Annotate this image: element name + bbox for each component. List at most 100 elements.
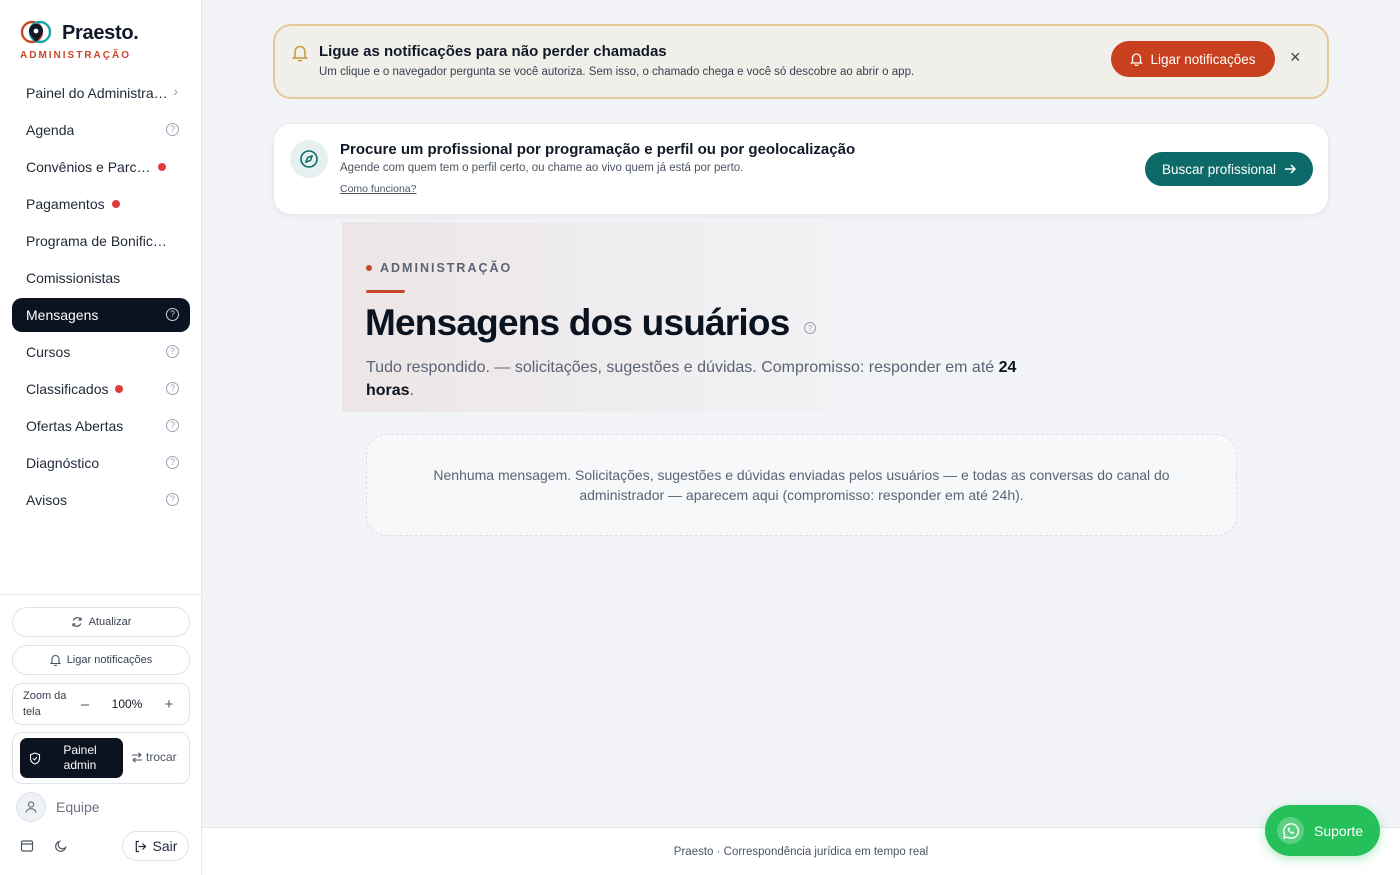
sidebar-item-label: Agenda	[26, 122, 75, 138]
sidebar-item-1[interactable]: Agenda?	[12, 113, 190, 147]
sidebar-item-label: Programa de Bonific…	[26, 233, 167, 249]
sidebar-item-label: Avisos	[26, 492, 67, 508]
whatsapp-icon	[1277, 817, 1304, 844]
sidebar-item-label: Ofertas Abertas	[26, 418, 124, 434]
help-icon[interactable]: ?	[804, 322, 816, 334]
page-title: Mensagens dos usuários	[365, 302, 790, 343]
subtitle-end: .	[409, 382, 415, 399]
sidebar-item-9[interactable]: Ofertas Abertas?	[12, 409, 190, 443]
help-icon[interactable]: ?	[166, 123, 179, 136]
help-icon[interactable]: ?	[166, 382, 179, 395]
how-it-works-link[interactable]: Como funciona?	[340, 183, 416, 195]
help-icon[interactable]: ?	[166, 308, 179, 321]
layout-icon[interactable]	[20, 839, 34, 858]
logout-label: Sair	[152, 838, 178, 854]
notification-banner: Ligue as notificações para não perder ch…	[273, 24, 1329, 99]
sidebar-nav: Painel do Administra… › Agenda? Convênios e…	[12, 76, 190, 520]
brand[interactable]: Praesto. ADMINISTRAÇÃO	[20, 20, 139, 61]
support-button[interactable]: Suporte	[1265, 805, 1380, 856]
professional-search-card: Procure um profissional por programação …	[273, 123, 1329, 215]
sidebar-tools	[20, 839, 68, 858]
sidebar-item-10[interactable]: Diagnóstico?	[12, 446, 190, 480]
empty-messages-state: Nenhuma mensagem. Solicitações, sugestõe…	[366, 434, 1237, 536]
support-label: Suporte	[1314, 822, 1364, 839]
brand-name: Praesto.	[62, 21, 139, 44]
logout-button[interactable]: Sair	[122, 831, 189, 861]
team-label: Equipe	[56, 799, 100, 815]
banner-button-label: Ligar notificações	[1150, 51, 1256, 67]
search-card-title: Procure um profissional por programação …	[340, 141, 856, 158]
sidebar-item-label: Cursos	[26, 344, 71, 360]
logout-icon	[135, 840, 146, 852]
sidebar-item-label: Convênios e Parc…	[26, 159, 151, 175]
search-card-description: Agende com quem tem o perfil certo, ou c…	[340, 162, 744, 174]
arrow-right-icon	[1285, 164, 1297, 174]
notification-dot	[111, 200, 120, 208]
sidebar-item-label: Diagnóstico	[26, 455, 100, 471]
sidebar-item-label: Pagamentos	[26, 196, 105, 212]
zoom-in-button[interactable]: +	[159, 696, 179, 713]
close-icon[interactable]: ×	[1290, 48, 1301, 66]
sidebar-item-label: Comissionistas	[26, 270, 121, 286]
bell-icon	[291, 44, 309, 67]
enable-notifications-button[interactable]: Ligar notificações	[12, 645, 190, 675]
sidebar-item-3[interactable]: Pagamentos	[12, 187, 190, 221]
help-icon[interactable]: ?	[166, 419, 179, 432]
eyebrow-label: ADMINISTRAÇÃO	[380, 261, 513, 275]
user-avatar-icon	[16, 792, 46, 822]
help-icon[interactable]: ?	[166, 493, 179, 506]
admin-panel-label: Painel admin	[63, 743, 97, 772]
subtitle-text: Tudo respondido. — solicitações, sugestõ…	[366, 359, 999, 376]
zoom-value: 100%	[111, 697, 143, 711]
swap-icon	[132, 751, 142, 763]
bell-icon	[49, 654, 61, 666]
zoom-out-button[interactable]: –	[75, 696, 95, 713]
admin-panel-button[interactable]: Painel admin	[20, 738, 123, 778]
sidebar-item-8[interactable]: Classificados?	[12, 372, 190, 406]
refresh-label: Atualizar	[88, 616, 132, 628]
notification-dot	[157, 163, 166, 171]
sidebar-item-7[interactable]: Cursos?	[12, 335, 190, 369]
notifications-label: Ligar notificações	[66, 654, 153, 666]
eyebrow-underline	[366, 290, 405, 293]
sidebar: Praesto. ADMINISTRAÇÃO Painel do Adminis…	[0, 0, 202, 875]
banner-description: Um clique e o navegador pergunta se você…	[319, 66, 915, 78]
chevron-right-icon: ›	[173, 83, 178, 99]
find-professional-button[interactable]: Buscar profissional	[1145, 152, 1313, 186]
sidebar-item-label: Classificados	[26, 381, 109, 397]
eyebrow-dot	[366, 265, 372, 271]
find-professional-label: Buscar profissional	[1161, 161, 1277, 177]
bell-icon	[1130, 53, 1144, 66]
panel-mode-switcher: Painel admin trocar	[12, 732, 190, 784]
page-eyebrow: ADMINISTRAÇÃO	[366, 261, 512, 275]
refresh-icon	[71, 617, 82, 627]
footer-text: Praesto · Correspondência jurídica em te…	[673, 845, 929, 858]
sidebar-item-11[interactable]: Avisos?	[12, 483, 190, 517]
switch-panel-label: trocar	[146, 750, 177, 764]
empty-messages-text: Nenhuma mensagem. Solicitações, sugestõe…	[433, 467, 1170, 503]
team-profile[interactable]: Equipe	[16, 792, 100, 822]
help-icon[interactable]: ?	[166, 456, 179, 469]
banner-title: Ligue as notificações para não perder ch…	[319, 43, 667, 60]
praesto-logo-icon	[20, 20, 54, 46]
enable-notifications-button[interactable]: Ligar notificações	[1111, 41, 1275, 77]
notification-dot	[115, 385, 124, 393]
page-subtitle: Tudo respondido. — solicitações, sugestõ…	[366, 356, 1026, 402]
sidebar-item-4[interactable]: Programa de Bonific…	[12, 224, 190, 258]
brand-subtitle: ADMINISTRAÇÃO	[20, 50, 131, 61]
sidebar-item-label: Mensagens	[26, 307, 99, 323]
zoom-control: Zoom da tela – 100% +	[12, 683, 190, 725]
footer: Praesto · Correspondência jurídica em te…	[202, 827, 1400, 875]
sidebar-footer: Atualizar Ligar notificações Zoom da tel…	[0, 594, 202, 875]
sidebar-item-5[interactable]: Comissionistas	[12, 261, 190, 295]
sidebar-item-2[interactable]: Convênios e Parc…	[12, 150, 190, 184]
help-icon[interactable]: ?	[166, 345, 179, 358]
switch-panel-button[interactable]: trocar	[131, 750, 177, 764]
zoom-label: Zoom da tela	[23, 690, 67, 718]
sidebar-item-0[interactable]: Painel do Administra… ›	[12, 76, 190, 110]
dark-mode-icon[interactable]	[54, 839, 68, 858]
sidebar-item-6[interactable]: Mensagens?	[12, 298, 190, 332]
shield-icon	[29, 751, 41, 765]
refresh-button[interactable]: Atualizar	[12, 607, 190, 637]
sidebar-item-label: Painel do Administra…	[26, 85, 168, 101]
